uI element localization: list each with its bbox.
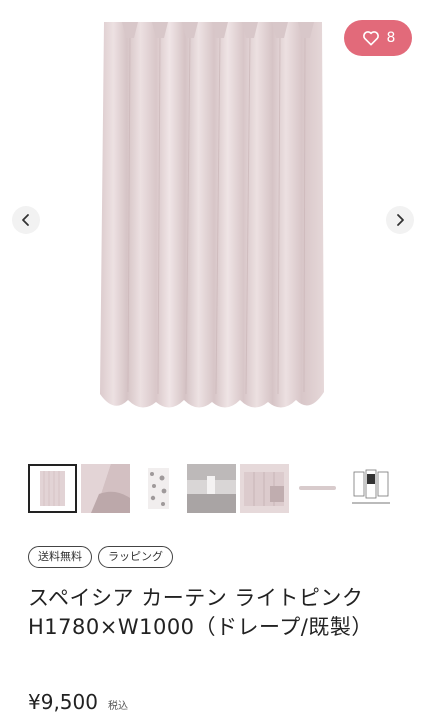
tag-list: 送料無料 ラッピング [28, 546, 173, 568]
thumbnail-1[interactable] [28, 464, 77, 513]
product-price: ¥9,500 [28, 690, 98, 714]
chevron-left-icon [22, 214, 29, 226]
tax-note: 税込 [107, 701, 128, 712]
next-image-button[interactable] [386, 206, 414, 234]
heart-icon [362, 31, 379, 46]
favorite-count: 8 [386, 30, 396, 46]
product-image-gallery[interactable]: 8 [0, 0, 426, 428]
thumbnail-4[interactable] [187, 464, 236, 513]
thumbnail-5[interactable] [240, 464, 289, 513]
thumbnail-6[interactable] [293, 464, 342, 513]
product-title: スペイシア カーテン ライトピンク H1780×W1000（ドレープ/既製） [28, 586, 373, 639]
price-row: ¥9,500 税込 [28, 690, 128, 714]
thumbnail-7[interactable] [346, 464, 395, 513]
chevron-right-icon [397, 214, 404, 226]
thumbnail-strip [28, 464, 395, 516]
tag-wrapping: ラッピング [98, 546, 173, 568]
favorite-button[interactable]: 8 [344, 20, 412, 56]
thumbnail-2[interactable] [81, 464, 130, 513]
product-main-image [100, 22, 326, 414]
tag-free-shipping: 送料無料 [28, 546, 92, 568]
thumbnail-3[interactable] [134, 464, 183, 513]
prev-image-button[interactable] [12, 206, 40, 234]
